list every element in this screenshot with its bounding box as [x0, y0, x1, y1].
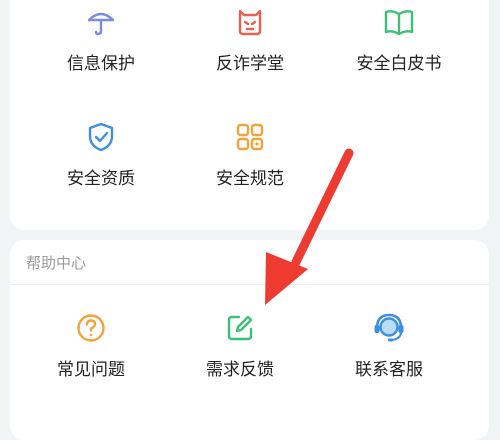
- security-services-card: 信息保护 反诈学堂 安全白皮书 安全资质 安全规范: [10, 0, 489, 230]
- tile-faq[interactable]: 常见问题: [16, 310, 166, 390]
- tile-label: 安全白皮书: [356, 54, 442, 74]
- tile-security-qualification[interactable]: 安全资质: [26, 119, 176, 199]
- tile-label: 安全规范: [216, 169, 284, 189]
- help-center-card: 帮助中心 常见问题 需求反馈 联系客服: [10, 240, 489, 440]
- tile-label: 联系客服: [355, 360, 423, 380]
- section-divider: [10, 284, 489, 285]
- tile-security-whitepaper[interactable]: 安全白皮书: [324, 4, 474, 84]
- umbrella-icon: [83, 4, 119, 40]
- open-book-icon: [381, 4, 417, 40]
- section-title: 帮助中心: [26, 254, 87, 272]
- tile-label: 安全资质: [67, 169, 135, 189]
- shield-check-icon: [83, 119, 119, 155]
- tile-label: 反诈学堂: [216, 54, 284, 74]
- tile-info-protection[interactable]: 信息保护: [26, 4, 176, 84]
- grid-apps-icon: [232, 119, 268, 155]
- tile-label: 常见问题: [57, 360, 125, 380]
- robot-face-icon: [232, 4, 268, 40]
- headset-icon: [371, 310, 407, 346]
- tile-security-standards[interactable]: 安全规范: [175, 119, 325, 199]
- tile-label: 需求反馈: [206, 360, 274, 380]
- edit-note-icon: [222, 310, 258, 346]
- tile-label: 信息保护: [67, 54, 135, 74]
- tile-contact-support[interactable]: 联系客服: [314, 310, 464, 390]
- question-circle-icon: [73, 310, 109, 346]
- tile-anti-fraud-school[interactable]: 反诈学堂: [175, 4, 325, 84]
- tile-feedback[interactable]: 需求反馈: [165, 310, 315, 390]
